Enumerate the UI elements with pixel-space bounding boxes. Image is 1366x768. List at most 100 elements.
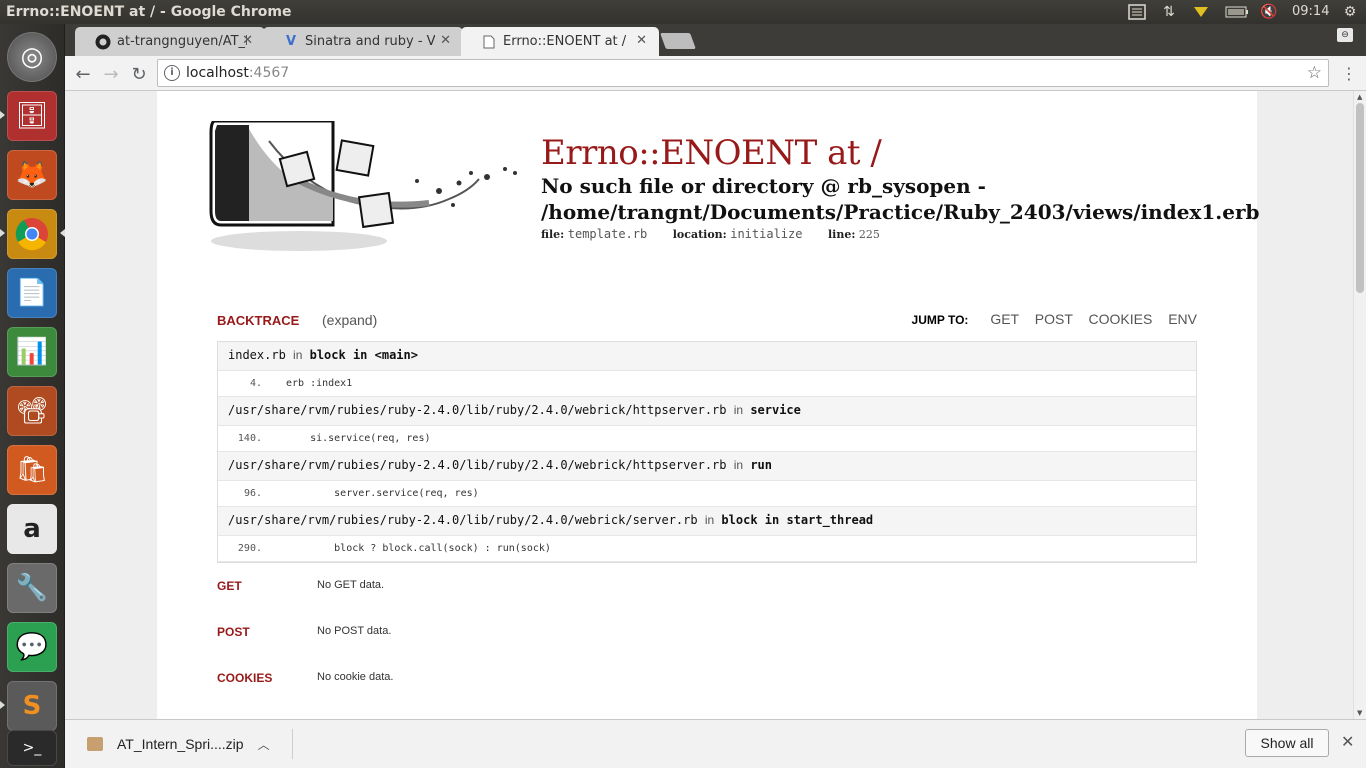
new-tab-button[interactable] [660,33,696,49]
address-bar[interactable]: i localhost:4567 ☆ [157,59,1329,87]
whatsapp-icon[interactable]: 💬 [7,622,57,672]
writer-icon[interactable]: 📄 [7,268,57,318]
show-all-button[interactable]: Show all [1245,729,1329,757]
frame-in: in [293,348,303,362]
window-menu-button[interactable]: ⊖ [1337,28,1353,42]
page-viewport: Errno::ENOENT at / No such file or direc… [65,91,1353,719]
frame-header[interactable]: index.rb in block in <main> [218,342,1196,371]
clock[interactable]: 09:14 [1292,4,1329,19]
zip-file-icon [87,737,103,751]
ubuntu-dash-icon[interactable]: ◎ [7,32,57,82]
jump-cookies-link[interactable]: COOKIES [1089,311,1153,327]
download-filename: AT_Intern_Spri....zip [117,736,244,752]
files-icon[interactable]: 🗄 [7,91,57,141]
settings-gear-icon[interactable]: ⚙ [1340,3,1360,21]
frame-code: 290. block ? block.call(sock) : run(sock… [218,536,1196,562]
download-item[interactable]: AT_Intern_Spri....zip ︿ [81,729,293,759]
frame-line-number: 140. [237,433,262,444]
cookies-section: COOKIES No cookie data. [217,668,1197,688]
chrome-menu-icon[interactable]: ⋮ [1341,65,1357,83]
tab-close-icon[interactable]: ✕ [242,33,253,48]
section-title: GET [217,579,242,593]
tab-close-icon[interactable]: ✕ [636,33,647,48]
frame-header[interactable]: /usr/share/rvm/rubies/ruby-2.4.0/lib/rub… [218,397,1196,426]
frame-code-text: erb :index1 [286,378,353,389]
jump-to-label: JUMP TO: [911,313,969,327]
info-icon[interactable]: i [164,65,180,81]
tab-github[interactable]: at-trangnguyen/AT_I ✕ [75,27,265,56]
frame-in: in [733,458,744,472]
network-icon[interactable]: ⇅ [1159,3,1179,21]
chrome-window: at-trangnguyen/AT_I ✕ V Sinatra and ruby… [65,24,1366,768]
scroll-down-icon[interactable]: ▼ [1357,709,1362,717]
jump-env-link[interactable]: ENV [1168,311,1197,327]
tab-sinatra[interactable]: V Sinatra and ruby - Vib ✕ [263,27,463,56]
frame-line-number: 4. [249,378,262,389]
scrollbar-thumb[interactable] [1356,103,1364,293]
backtrace-header: BACKTRACE (expand) JUMP TO: GET POST COO… [217,309,1197,331]
unity-launcher: ◎ 🗄 🦊 📄 📊 📽 🛍 a 🔧 💬 S >_ [0,24,65,768]
tab-close-icon[interactable]: ✕ [440,33,451,48]
get-section: GET No GET data. [217,576,1197,596]
error-message-line1: No such file or directory @ rb_sysopen - [541,174,986,198]
chevron-up-icon[interactable]: ︿ [258,736,270,753]
browser-toolbar: ← → ↻ i localhost:4567 ☆ ⋮ [65,56,1366,91]
frame-code-text: si.service(req, res) [286,433,431,444]
scroll-up-icon[interactable]: ▲ [1357,93,1362,101]
page-scrollbar[interactable]: ▲ ▼ [1353,91,1366,719]
url-port: :4567 [248,65,290,81]
error-message-line2: /home/trangnt/Documents/Practice/Ruby_24… [541,200,1260,224]
jump-to-nav: JUMP TO: GET POST COOKIES ENV [912,311,1197,327]
battery-icon[interactable] [1225,3,1249,21]
frame-header[interactable]: /usr/share/rvm/rubies/ruby-2.4.0/lib/rub… [218,452,1196,481]
error-title: Errno::ENOENT at / [541,133,882,173]
sublime-text-icon[interactable]: S [7,681,57,731]
frame-in: in [733,403,744,417]
expand-link[interactable]: (expand) [322,312,377,328]
jump-post-link[interactable]: POST [1035,311,1073,327]
line-label: line: [827,228,856,241]
backtrace-title: BACKTRACE [217,313,300,328]
close-download-bar-icon[interactable]: ✕ [1341,732,1354,751]
url-text[interactable]: localhost:4567 [186,65,289,81]
forward-arrow-icon[interactable]: → [99,62,123,86]
launcher-running-indicator [0,229,5,237]
location-label: location: [672,228,727,241]
tab-label: at-trangnguyen/AT_I [117,34,247,49]
back-arrow-icon[interactable]: ← [71,62,95,86]
frame-code-text: block ? block.call(sock) : run(sock) [286,543,551,554]
line-value: 225 [858,228,880,241]
terminal-icon[interactable]: >_ [7,730,57,766]
tab-strip: at-trangnguyen/AT_I ✕ V Sinatra and ruby… [65,24,1366,56]
section-title: POST [217,625,250,639]
frame-file: /usr/share/rvm/rubies/ruby-2.4.0/lib/rub… [228,458,727,472]
system-settings-icon[interactable]: 🔧 [7,563,57,613]
chrome-icon[interactable] [7,209,57,259]
amazon-icon[interactable]: a [7,504,57,554]
window-title: Errno::ENOENT at / - Google Chrome [6,4,292,20]
reload-icon[interactable]: ↻ [127,62,151,86]
menu-list-icon[interactable] [1127,3,1147,21]
calc-icon[interactable]: 📊 [7,327,57,377]
frame-method: service [750,403,801,417]
page-icon [481,34,497,50]
frame-header[interactable]: /usr/share/rvm/rubies/ruby-2.4.0/lib/rub… [218,507,1196,536]
indicator-icon[interactable] [1192,3,1210,21]
url-host: localhost [186,65,249,81]
volume-muted-icon[interactable]: 🔇 [1259,3,1279,21]
frame-method: block in <main> [309,348,418,362]
tab-errno[interactable]: Errno::ENOENT at / ✕ [461,27,659,56]
software-center-icon[interactable]: 🛍 [7,445,57,495]
frame-file: /usr/share/rvm/rubies/ruby-2.4.0/lib/rub… [228,403,727,417]
launcher-running-indicator [0,111,5,119]
section-title: COOKIES [217,671,273,685]
tab-label: Errno::ENOENT at / [503,34,627,49]
impress-icon[interactable]: 📽 [7,386,57,436]
backtrace-list: index.rb in block in <main> 4. erb :index… [217,341,1197,563]
github-icon [95,34,111,50]
frame-in: in [704,513,715,527]
jump-get-link[interactable]: GET [990,311,1019,327]
file-label: file: [541,228,565,241]
bookmark-star-icon[interactable]: ☆ [1307,63,1322,83]
firefox-icon[interactable]: 🦊 [7,150,57,200]
